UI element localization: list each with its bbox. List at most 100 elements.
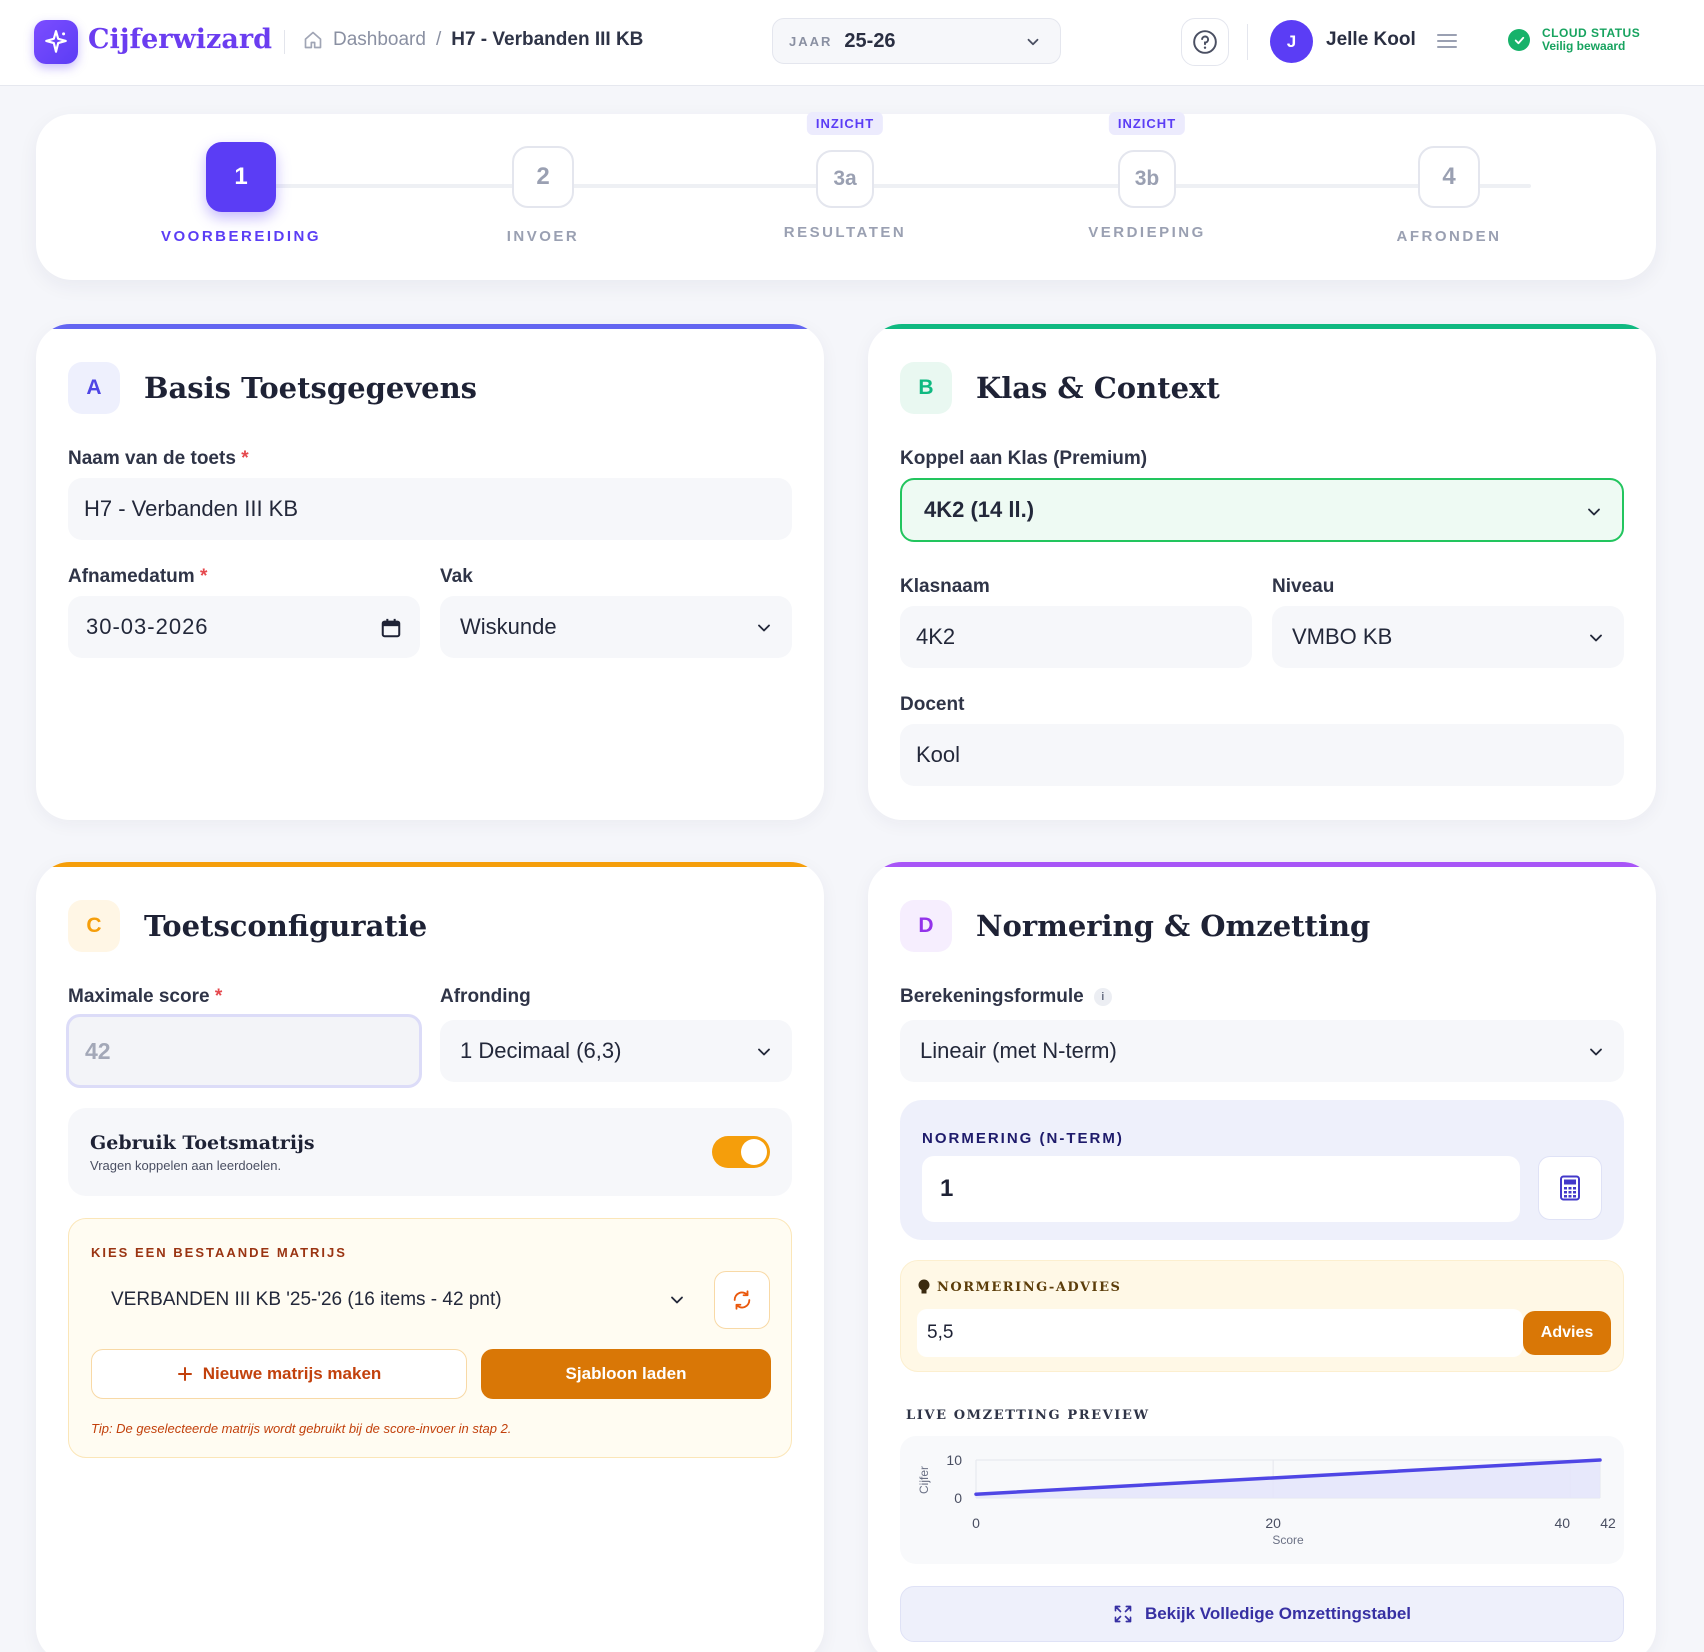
section-tag: A bbox=[68, 362, 120, 414]
advice-button[interactable]: Advies bbox=[1523, 1311, 1611, 1355]
step-label: AFRONDEN bbox=[1396, 228, 1502, 245]
chart-x-tick-label: 40 bbox=[1554, 1515, 1570, 1531]
year-label: JAAR bbox=[789, 33, 833, 49]
header-divider bbox=[284, 30, 285, 54]
menu-icon[interactable] bbox=[1436, 31, 1458, 51]
cloud-status-text: Veilig bewaard bbox=[1542, 39, 1626, 53]
formula-select[interactable]: Lineair (met N-term) bbox=[900, 1020, 1624, 1082]
full-table-label: Bekijk Volledige Omzettingstabel bbox=[1144, 1604, 1412, 1623]
breadcrumb-home[interactable]: Dashboard bbox=[333, 29, 426, 51]
date-value: 30-03-2026 bbox=[86, 614, 209, 639]
question-icon bbox=[1193, 30, 1217, 54]
step-number: 1 bbox=[206, 142, 276, 212]
test-name-input[interactable]: H7 - Verbanden III KB bbox=[68, 478, 792, 540]
calculator-icon bbox=[1560, 1175, 1580, 1201]
section-tag: D bbox=[900, 900, 952, 952]
chevron-down-icon bbox=[1027, 38, 1039, 46]
lightbulb-icon bbox=[918, 1279, 930, 1294]
step-voorbereiding[interactable]: 1 VOORBEREIDING bbox=[141, 142, 341, 245]
refresh-button[interactable] bbox=[714, 1271, 770, 1329]
level-select[interactable]: VMBO KB bbox=[1272, 606, 1624, 668]
avatar[interactable]: J bbox=[1270, 20, 1313, 63]
field-label: Maximale score * bbox=[68, 986, 223, 1007]
stepper: 1 VOORBEREIDING 2 INVOER INZICHT 3a RESU… bbox=[36, 112, 1656, 280]
advice-label: NORMERING-ADVIES bbox=[937, 1279, 1122, 1295]
full-table-button[interactable]: Bekijk Volledige Omzettingstabel bbox=[900, 1586, 1624, 1642]
nterm-panel: NORMERING (N-TERM) 1 bbox=[900, 1100, 1624, 1240]
nterm-input[interactable]: 1 bbox=[922, 1156, 1520, 1222]
step-label: INVOER bbox=[506, 228, 580, 245]
class-link-value: 4K2 (14 ll.) bbox=[924, 497, 1035, 522]
breadcrumb-current: H7 - Verbanden III KB bbox=[451, 29, 644, 50]
card-normering-omzetting: D Normering & Omzetting Berekeningsformu… bbox=[868, 862, 1656, 1652]
new-matrix-label: Nieuwe matrijs maken bbox=[202, 1364, 382, 1383]
card-klas-context: B Klas & Context Koppel aan Klas (Premiu… bbox=[868, 324, 1656, 820]
field-label: Vak bbox=[440, 566, 473, 587]
teacher-input[interactable]: Kool bbox=[900, 724, 1624, 786]
calculator-button[interactable] bbox=[1538, 1156, 1602, 1220]
advice-input[interactable]: 5,5 bbox=[917, 1309, 1523, 1357]
field-label: Naam van de toets * bbox=[68, 448, 249, 469]
step-resultaten[interactable]: INZICHT 3a RESULTATEN bbox=[745, 112, 945, 241]
calendar-icon[interactable] bbox=[380, 617, 402, 639]
class-link-select[interactable]: 4K2 (14 ll.) bbox=[900, 478, 1624, 542]
advice-panel: NORMERING-ADVIES 5,5 Advies bbox=[900, 1260, 1624, 1372]
check-icon bbox=[1508, 29, 1530, 51]
field-label: Niveau bbox=[1272, 576, 1335, 597]
info-icon[interactable]: i bbox=[1093, 988, 1112, 1006]
formula-value: Lineair (met N-term) bbox=[920, 1038, 1117, 1063]
rounding-select[interactable]: 1 Decimaal (6,3) bbox=[440, 1020, 792, 1082]
step-verdieping[interactable]: INZICHT 3b VERDIEPING bbox=[1047, 112, 1247, 241]
refresh-icon bbox=[733, 1290, 751, 1310]
matrix-toggle[interactable] bbox=[712, 1136, 770, 1168]
step-badge: INZICHT bbox=[1108, 112, 1186, 135]
step-number: 2 bbox=[512, 146, 574, 208]
nterm-label: NORMERING (N-TERM) bbox=[922, 1130, 1124, 1147]
header-divider bbox=[1247, 24, 1248, 60]
user-name[interactable]: Jelle Kool bbox=[1326, 29, 1416, 51]
step-label: VERDIEPING bbox=[1088, 224, 1206, 241]
chevron-down-icon bbox=[671, 1296, 683, 1304]
chart-y-axis-label: Cijfer bbox=[917, 1466, 931, 1494]
breadcrumb-separator: / bbox=[435, 29, 442, 50]
year-value: 25-26 bbox=[844, 29, 896, 52]
subject-select[interactable]: Wiskunde bbox=[440, 596, 792, 658]
load-template-button[interactable]: Sjabloon laden bbox=[481, 1349, 771, 1399]
conversion-chart: 10 0 0 20 40 42 Score Cijfer bbox=[900, 1436, 1624, 1564]
date-input[interactable]: 30-03-2026 bbox=[68, 596, 420, 658]
section-title: Basis Toetsgegevens bbox=[144, 371, 478, 405]
logo-icon[interactable] bbox=[34, 20, 78, 64]
cloud-status: CLOUD STATUS Veilig bewaard bbox=[1508, 27, 1640, 53]
app-name[interactable]: Cijferwizard bbox=[88, 24, 272, 55]
section-tag: C bbox=[68, 900, 120, 952]
max-score-input[interactable]: 42 bbox=[66, 1014, 422, 1088]
chevron-down-icon bbox=[1590, 1048, 1602, 1056]
card-basis-toetsgegevens: A Basis Toetsgegevens Naam van de toets … bbox=[36, 324, 824, 820]
step-label: RESULTATEN bbox=[783, 224, 907, 241]
chart-y-tick-label: 10 bbox=[946, 1452, 962, 1468]
expand-icon bbox=[1114, 1605, 1132, 1623]
level-value: VMBO KB bbox=[1292, 624, 1393, 649]
year-select[interactable]: JAAR 25-26 bbox=[772, 18, 1061, 64]
chevron-down-icon bbox=[758, 1048, 770, 1056]
section-title: Normering & Omzetting bbox=[976, 909, 1371, 943]
rounding-value: 1 Decimaal (6,3) bbox=[460, 1038, 622, 1063]
chart-y-tick-label: 0 bbox=[954, 1490, 962, 1506]
chart-x-tick-label: 42 bbox=[1600, 1515, 1616, 1531]
section-title: Klas & Context bbox=[976, 371, 1220, 405]
chevron-down-icon bbox=[758, 624, 770, 632]
new-matrix-button[interactable]: Nieuwe matrijs maken bbox=[91, 1349, 467, 1399]
subject-value: Wiskunde bbox=[460, 614, 557, 639]
top-bar: Cijferwizard Dashboard / H7 - Verbanden … bbox=[0, 0, 1704, 86]
step-invoer[interactable]: 2 INVOER bbox=[443, 146, 643, 245]
chevron-down-icon bbox=[1588, 508, 1600, 516]
step-afronden[interactable]: 4 AFRONDEN bbox=[1349, 146, 1549, 245]
matrix-select[interactable]: VERBANDEN III KB '25-'26 (16 items - 42 … bbox=[91, 1271, 701, 1329]
home-icon[interactable] bbox=[303, 30, 323, 50]
chevron-down-icon bbox=[1590, 634, 1602, 642]
help-button[interactable] bbox=[1181, 18, 1229, 66]
classname-input[interactable]: 4K2 bbox=[900, 606, 1252, 668]
field-label: Klasnaam bbox=[900, 576, 990, 597]
field-label: Docent bbox=[900, 694, 965, 715]
plus-icon bbox=[177, 1367, 192, 1381]
